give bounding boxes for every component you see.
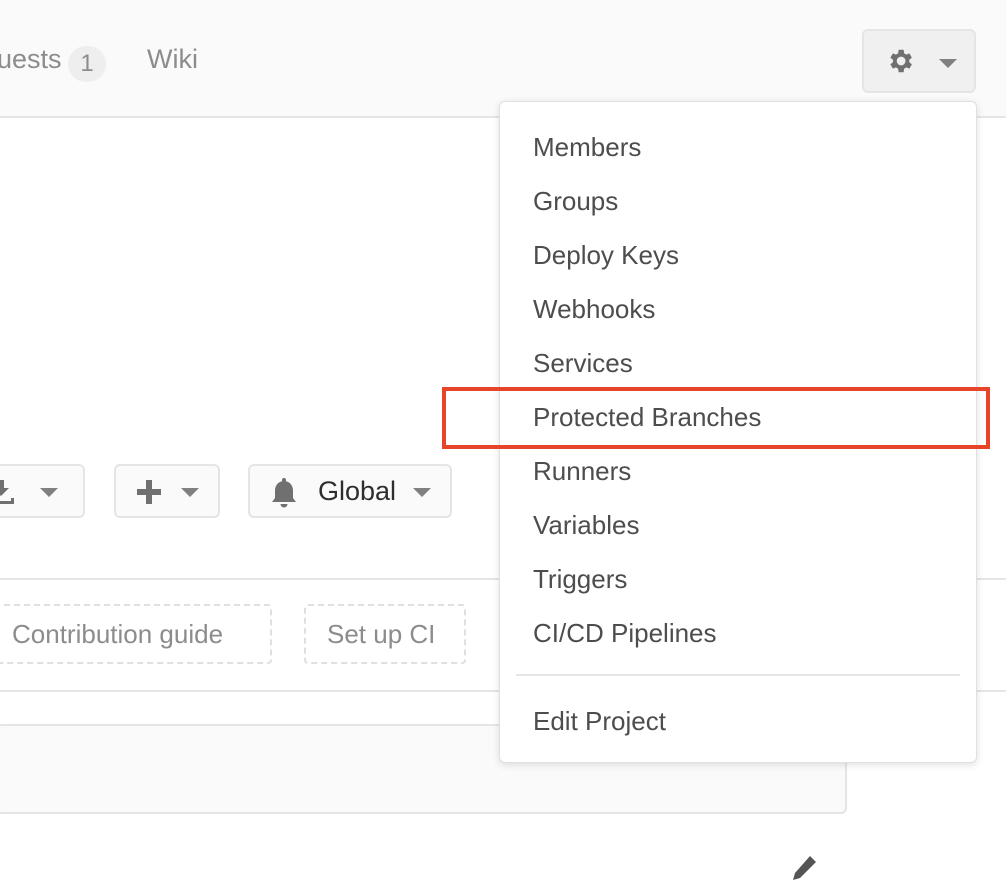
menu-item-members[interactable]: Members [533,132,641,163]
menu-item-groups[interactable]: Groups [533,186,618,217]
merge-requests-count-badge: 1 [68,46,106,82]
contribution-guide-button[interactable]: Contribution guide [0,604,272,664]
chevron-down-icon [40,488,58,497]
menu-item-variables[interactable]: Variables [533,510,639,541]
nav-wiki[interactable]: Wiki [147,44,198,75]
bell-icon [272,478,296,508]
pencil-icon[interactable] [790,854,820,884]
chevron-down-icon [413,488,431,497]
nav-merge-requests[interactable]: uests [0,44,62,75]
menu-item-webhooks[interactable]: Webhooks [533,294,655,325]
chevron-down-icon [181,488,199,497]
nav-merge-requests-label: uests [0,44,62,74]
set-up-ci-label: Set up CI [327,619,436,649]
menu-item-runners[interactable]: Runners [533,456,631,487]
download-icon [0,480,14,504]
notification-level-label: Global [318,476,397,506]
menu-item-edit-project[interactable]: Edit Project [533,706,666,737]
contribution-guide-label: Contribution guide [12,619,224,649]
protected-branches-highlight-box [442,387,990,449]
download-dropdown-button[interactable] [0,464,85,518]
plus-icon [137,480,161,504]
menu-divider [516,674,960,676]
menu-item-triggers[interactable]: Triggers [533,564,627,595]
menu-item-ci-cd-pipelines[interactable]: CI/CD Pipelines [533,618,717,649]
set-up-ci-button[interactable]: Set up CI [304,604,466,664]
add-dropdown-button[interactable] [114,464,220,518]
gear-icon [890,49,912,73]
chevron-down-icon [939,59,957,68]
settings-dropdown-button[interactable] [862,29,976,93]
notification-dropdown-button[interactable]: Global [248,464,452,518]
menu-item-deploy-keys[interactable]: Deploy Keys [533,240,679,271]
menu-item-services[interactable]: Services [533,348,633,379]
